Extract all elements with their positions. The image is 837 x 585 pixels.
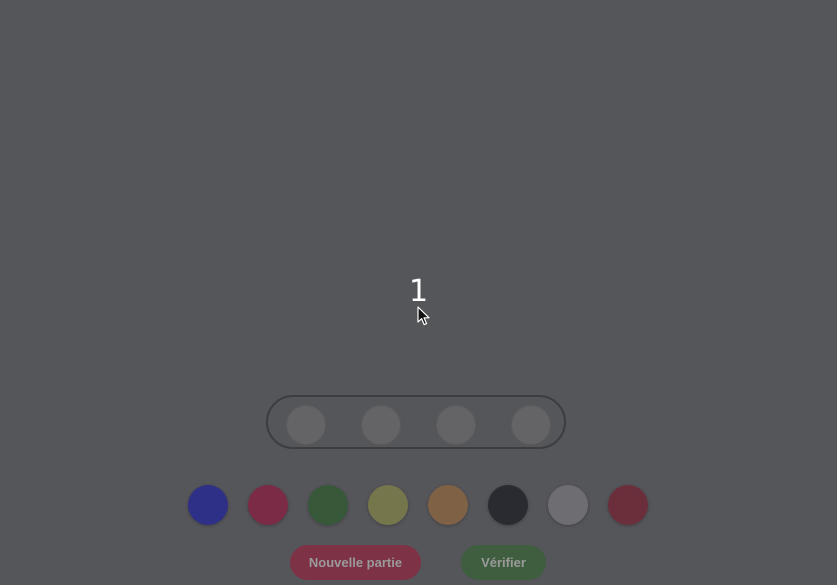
check-button[interactable]: Vérifier — [461, 545, 546, 580]
color-peg-yellow[interactable] — [368, 485, 408, 525]
color-peg-blue[interactable] — [188, 485, 228, 525]
color-peg-crimson[interactable] — [248, 485, 288, 525]
guess-slot-2[interactable] — [361, 405, 401, 445]
new-game-button[interactable]: Nouvelle partie — [290, 545, 421, 580]
turn-counter: 1 — [408, 274, 429, 309]
color-peg-green[interactable] — [308, 485, 348, 525]
guess-row — [266, 395, 566, 449]
mouse-cursor-icon — [417, 306, 430, 326]
guess-slot-4[interactable] — [511, 405, 551, 445]
color-peg-white[interactable] — [548, 485, 588, 525]
color-peg-black[interactable] — [488, 485, 528, 525]
guess-slot-1[interactable] — [286, 405, 326, 445]
guess-slot-3[interactable] — [436, 405, 476, 445]
color-peg-orange[interactable] — [428, 485, 468, 525]
color-peg-maroon[interactable] — [608, 485, 648, 525]
